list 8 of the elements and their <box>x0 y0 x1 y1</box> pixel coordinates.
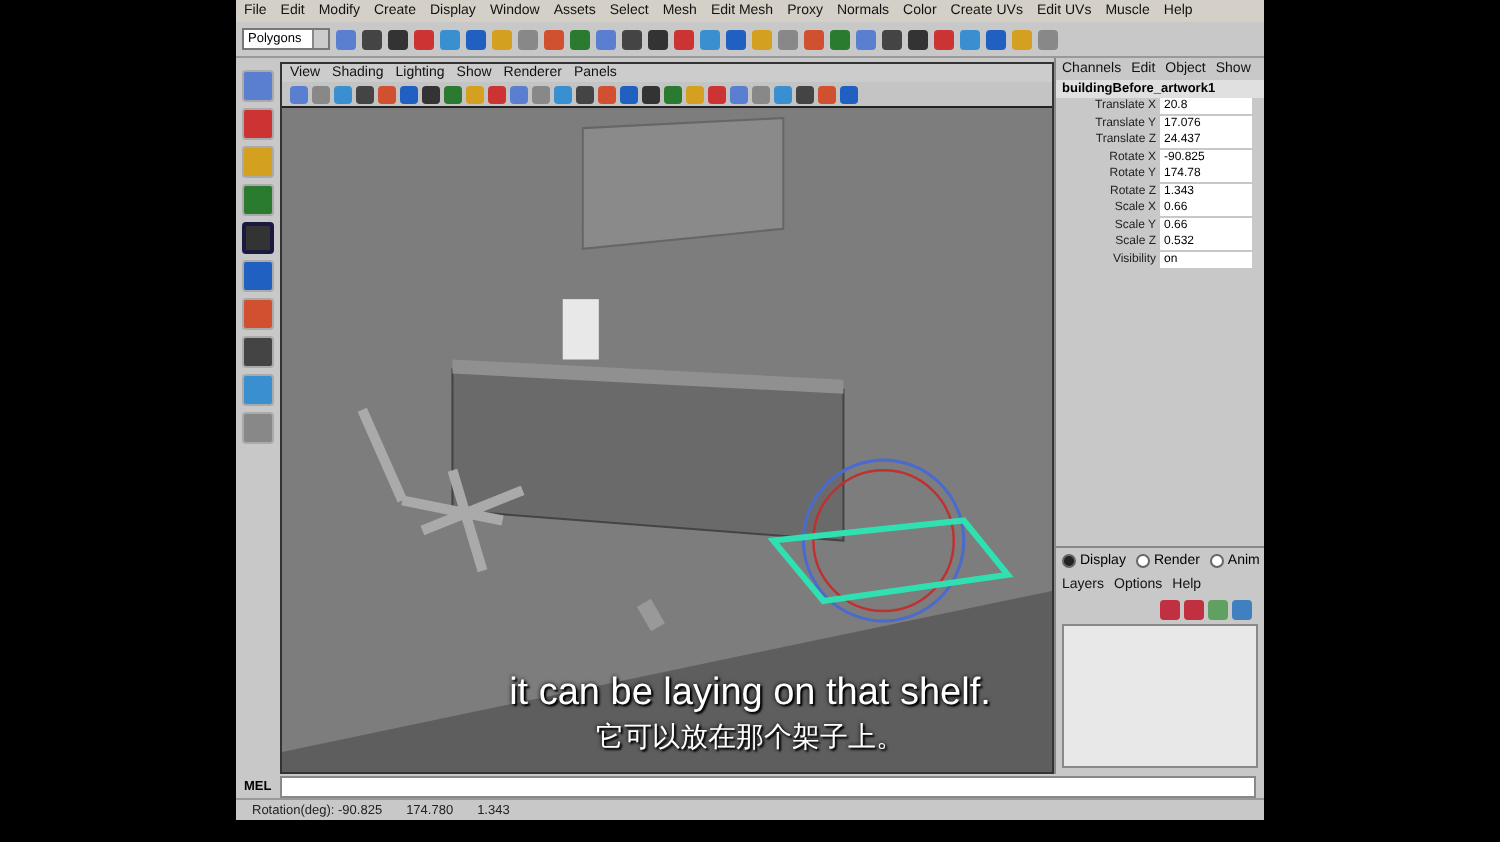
tool-icon[interactable] <box>242 184 274 216</box>
command-field[interactable] <box>279 775 1256 797</box>
subtitle: 它可以放在那个架子上。 <box>596 720 904 756</box>
tool-icon[interactable] <box>242 108 274 140</box>
tool-icon[interactable] <box>242 260 274 292</box>
subtitle: it can be laying on that shelf. <box>509 672 991 716</box>
tool-icon[interactable] <box>242 336 274 368</box>
tool-icon[interactable] <box>242 298 274 330</box>
